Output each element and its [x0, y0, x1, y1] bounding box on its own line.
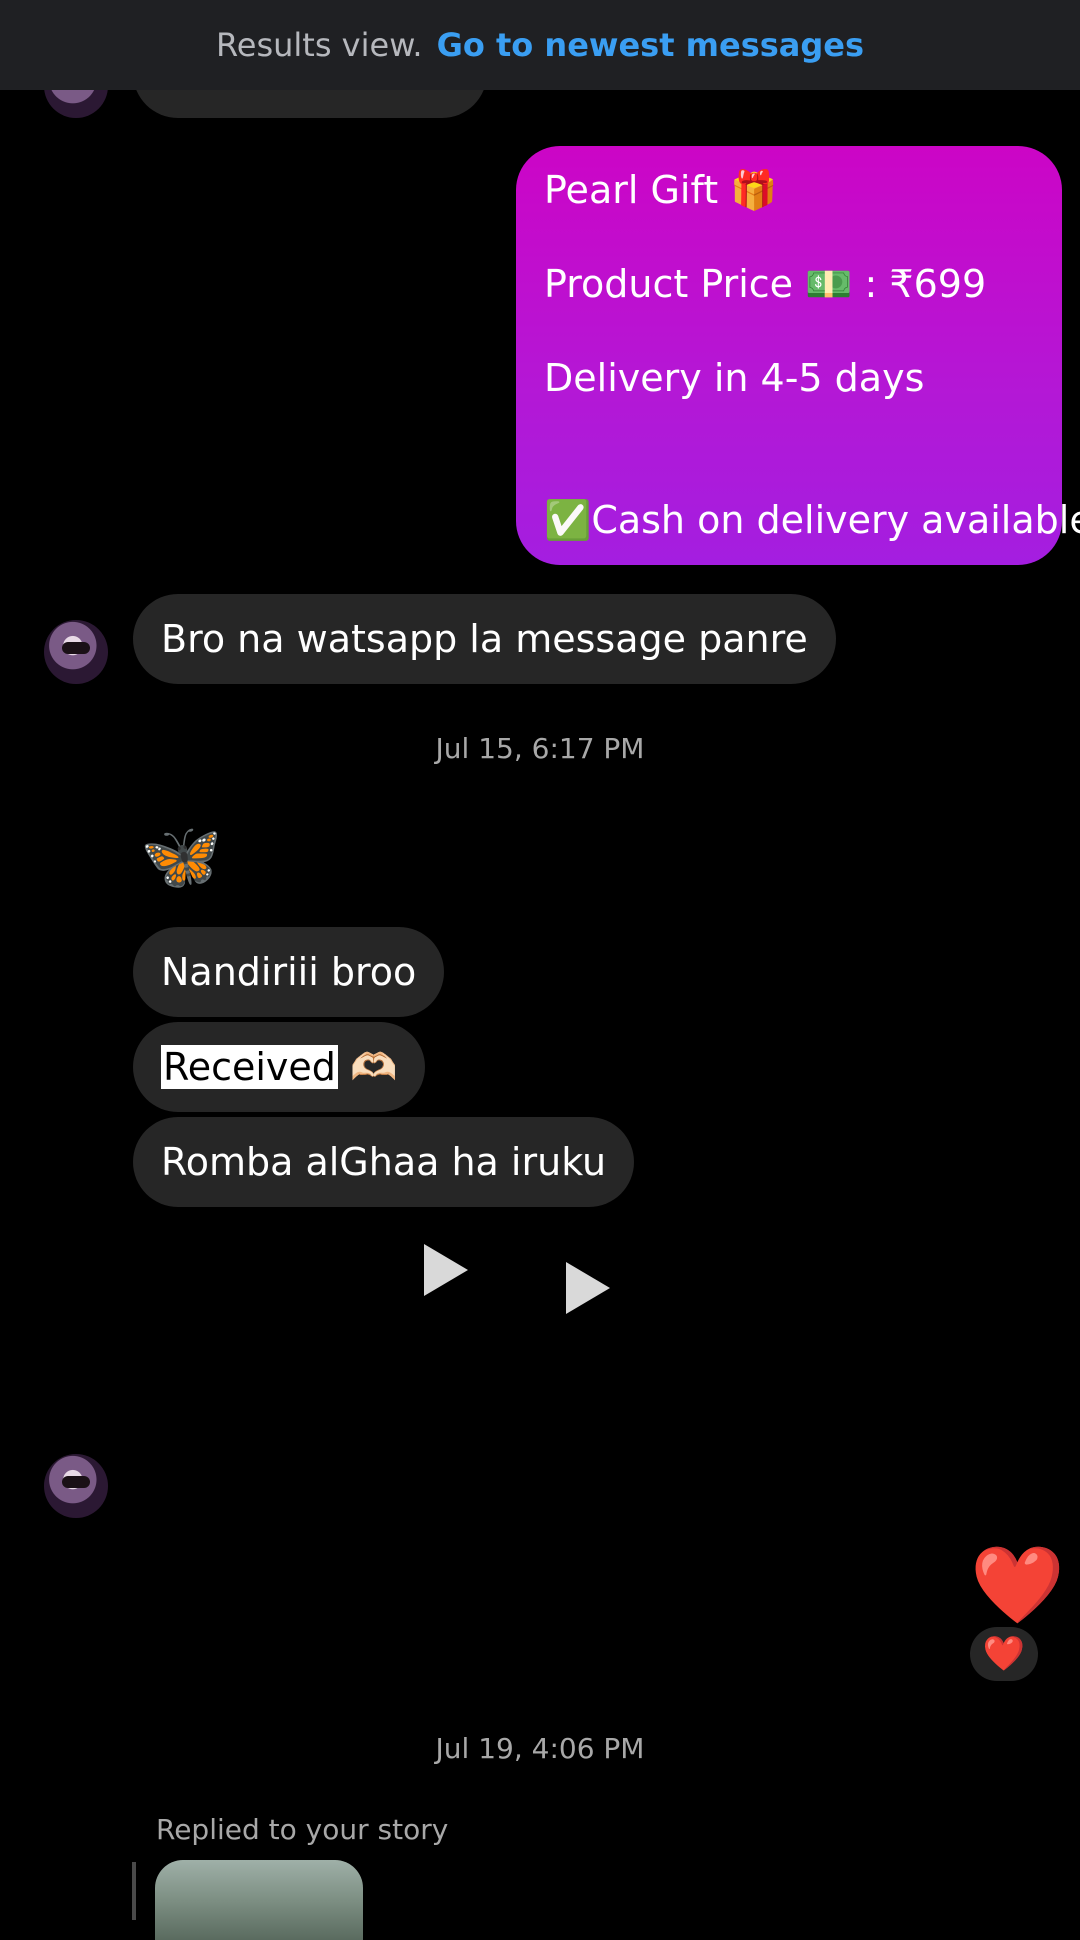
- message-line: ✅Cash on delivery available: [544, 498, 1080, 542]
- incoming-message-bubble[interactable]: Received 🫶🏻: [133, 1022, 426, 1112]
- results-view-banner: Results view. Go to newest messages: [0, 0, 1080, 90]
- butterfly-emoji-message[interactable]: 🦋: [140, 818, 222, 896]
- results-view-label: Results view.: [215, 26, 423, 64]
- incoming-message-bubble[interactable]: Romba alGhaa ha iruku: [133, 1117, 635, 1207]
- play-icon[interactable]: [566, 1262, 610, 1314]
- message-text: Nandiriii broo: [161, 950, 417, 994]
- timestamp: Jul 15, 6:17 PM: [435, 732, 645, 765]
- story-thumbnail[interactable]: [155, 1860, 363, 1940]
- message-line: Product Price 💵 : ₹699: [544, 262, 987, 306]
- heart-reaction-icon: ❤️: [982, 1634, 1026, 1674]
- story-reply-indicator: [132, 1862, 136, 1920]
- timestamp: Jul 19, 4:06 PM: [435, 1732, 645, 1765]
- message-text: Bro na watsapp la message panre: [161, 617, 808, 661]
- play-icon[interactable]: [424, 1244, 468, 1296]
- highlighted-search-match: Received: [161, 1045, 338, 1089]
- avatar[interactable]: [44, 1454, 108, 1518]
- message-text: Romba alGhaa ha iruku: [161, 1140, 607, 1184]
- outgoing-message-bubble[interactable]: Pearl Gift 🎁 Product Price 💵 : ₹699 Deli…: [516, 146, 1080, 565]
- message-reaction[interactable]: ❤️: [970, 1627, 1038, 1681]
- go-to-newest-link[interactable]: Go to newest messages: [437, 26, 864, 64]
- heart-emoji-message[interactable]: ❤️: [970, 1540, 1065, 1630]
- message-line: Delivery in 4-5 days: [544, 356, 925, 400]
- avatar[interactable]: [44, 620, 108, 684]
- incoming-message-bubble[interactable]: Bro na watsapp la message panre: [133, 594, 836, 684]
- message-line: Pearl Gift 🎁: [544, 168, 778, 212]
- incoming-message-bubble[interactable]: Nandiriii broo: [133, 927, 445, 1017]
- heart-hands-emoji: 🫶🏻: [350, 1045, 398, 1089]
- story-reply-label: Replied to your story: [156, 1813, 449, 1846]
